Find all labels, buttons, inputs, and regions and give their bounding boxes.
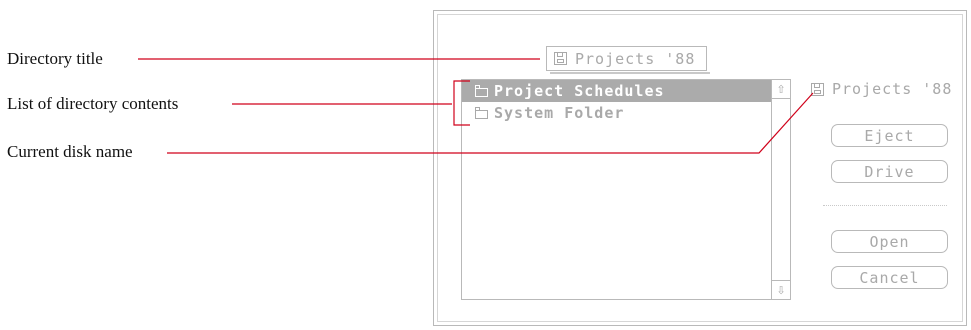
leader-disk-name	[167, 92, 814, 154]
callout-leader-lines	[138, 58, 814, 154]
leader-list-bracket	[453, 80, 470, 126]
